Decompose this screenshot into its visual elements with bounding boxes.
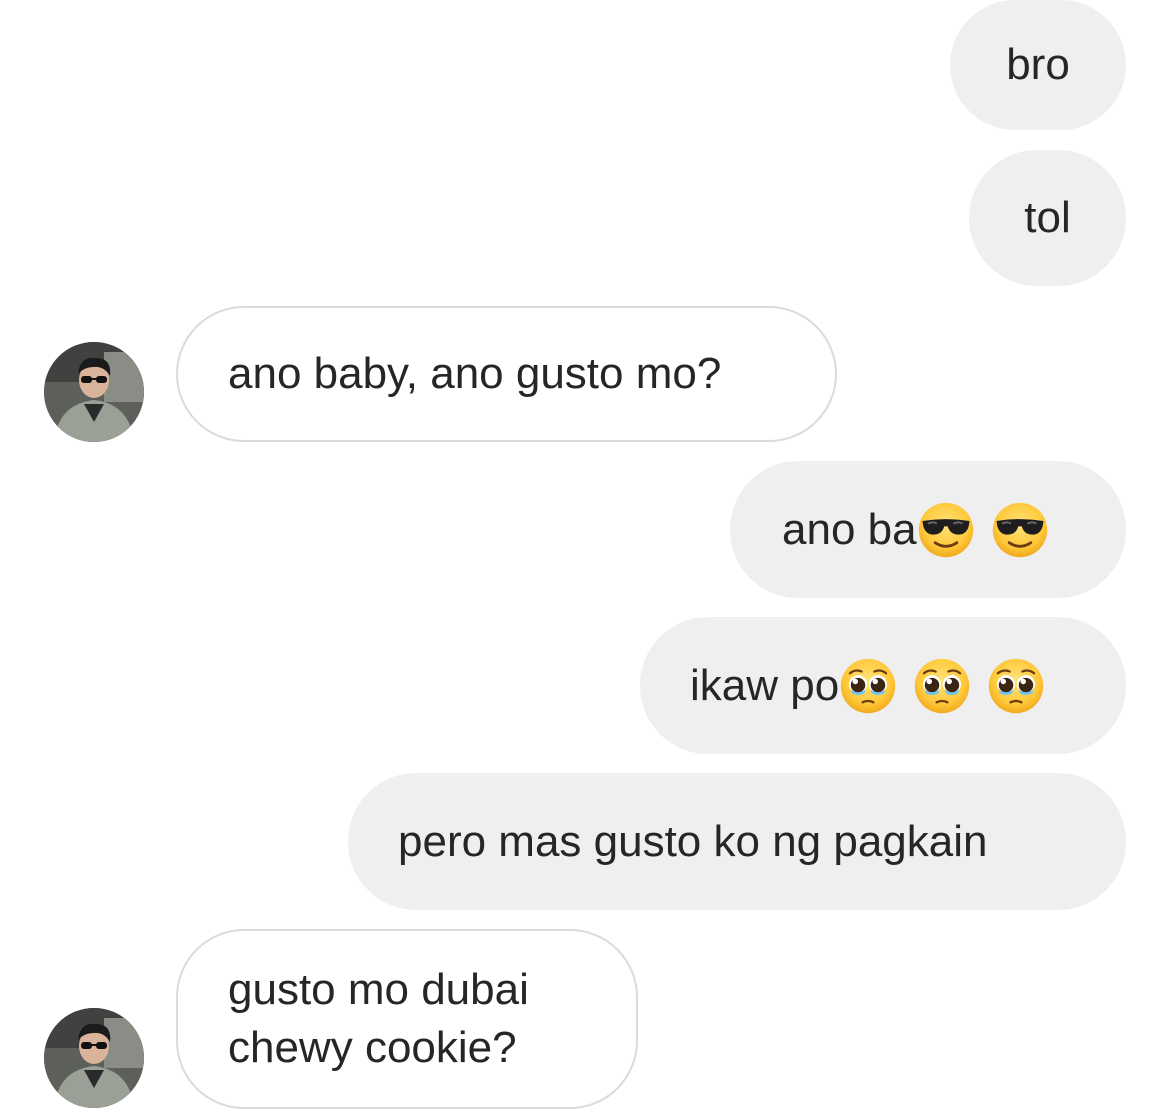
message-text-line: gusto mo dubai <box>228 965 529 1014</box>
message-text: ikaw po <box>690 660 840 710</box>
message-bubble-sent[interactable]: bro <box>950 0 1126 130</box>
message-text-line: chewy cookie? <box>228 1023 517 1072</box>
message-text: bro <box>1006 40 1070 89</box>
message-bubble-sent[interactable]: pero mas gusto ko ng pagkain <box>348 773 1126 910</box>
contact-avatar[interactable] <box>44 1008 144 1108</box>
smiling-face-with-sunglasses-icon <box>991 501 1049 559</box>
message-bubble-sent[interactable]: ano ba <box>730 461 1126 598</box>
message-text: ano ba <box>782 504 917 554</box>
contact-avatar[interactable] <box>44 342 144 442</box>
message-text: ano baby, ano gusto mo? <box>228 349 722 398</box>
message-bubble-sent[interactable]: ikaw po <box>640 617 1126 754</box>
message-bubble-sent[interactable]: tol <box>969 150 1126 286</box>
message-bubble-received[interactable]: ano baby, ano gusto mo? <box>176 306 837 442</box>
message-text: tol <box>1024 193 1071 242</box>
message-bubble-received[interactable]: gusto mo dubai chewy cookie? <box>176 929 638 1109</box>
pleading-face-icon <box>913 657 971 715</box>
pleading-face-icon <box>987 657 1045 715</box>
smiling-face-with-sunglasses-icon <box>917 501 975 559</box>
message-text: pero mas gusto ko ng pagkain <box>398 816 988 866</box>
pleading-face-icon <box>839 657 897 715</box>
